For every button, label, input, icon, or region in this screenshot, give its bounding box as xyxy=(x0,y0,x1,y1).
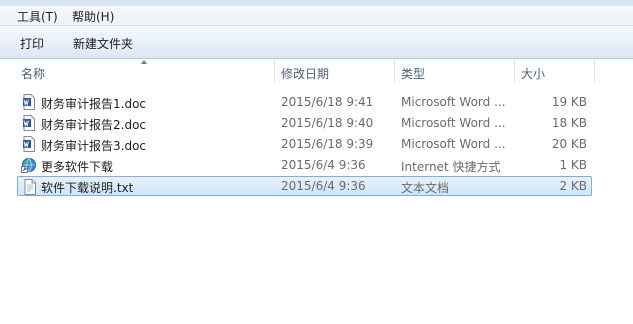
file-size: 20 KB xyxy=(551,137,587,151)
text-document-icon xyxy=(24,179,36,195)
column-divider[interactable] xyxy=(394,59,395,83)
word-document-icon xyxy=(23,94,35,110)
word-document-icon xyxy=(23,115,35,131)
file-modified: 2015/6/4 9:36 xyxy=(281,179,366,193)
file-type: Microsoft Word ... xyxy=(401,95,506,109)
file-modified: 2015/6/4 9:36 xyxy=(281,158,366,172)
command-toolbar: 打印 新建文件夹 xyxy=(0,26,633,59)
file-row-selected[interactable]: 软件下载说明.txt 2015/6/4 9:36 文本文档 2 KB xyxy=(17,176,592,196)
column-name-header[interactable]: 名称 xyxy=(21,65,45,82)
file-row[interactable]: 财务审计报告2.doc 2015/6/18 9:40 Microsoft Wor… xyxy=(17,113,592,133)
file-type: Internet 快捷方式 xyxy=(401,160,501,174)
sort-ascending-icon xyxy=(141,60,147,64)
column-modified-header[interactable]: 修改日期 xyxy=(281,65,329,82)
word-document-icon xyxy=(23,136,35,152)
internet-shortcut-icon xyxy=(21,158,36,173)
column-size-header[interactable]: 大小 xyxy=(521,65,545,82)
file-type: Microsoft Word ... xyxy=(401,116,506,130)
file-type: Microsoft Word ... xyxy=(401,137,506,151)
file-type: 文本文档 xyxy=(401,181,450,195)
column-divider[interactable] xyxy=(594,59,595,83)
file-row[interactable]: 更多软件下载 2015/6/4 9:36 Internet 快捷方式 1 KB xyxy=(17,155,592,175)
print-button[interactable]: 打印 xyxy=(20,35,44,52)
file-size: 1 KB xyxy=(559,158,587,172)
file-name: 软件下载说明.txt xyxy=(41,181,134,195)
menu-tools[interactable]: 工具(T) xyxy=(17,8,58,25)
column-type-header[interactable]: 类型 xyxy=(401,65,425,82)
file-name: 财务审计报告1.doc xyxy=(41,97,147,111)
column-divider[interactable] xyxy=(274,59,275,83)
column-header: 名称 修改日期 类型 大小 xyxy=(0,59,633,84)
column-divider[interactable] xyxy=(514,59,515,83)
file-row[interactable]: 财务审计报告3.doc 2015/6/18 9:39 Microsoft Wor… xyxy=(17,134,592,154)
menu-bar: 工具(T) 帮助(H) xyxy=(0,6,633,26)
file-name: 财务审计报告3.doc xyxy=(41,139,147,153)
new-folder-button[interactable]: 新建文件夹 xyxy=(73,35,133,52)
menu-help[interactable]: 帮助(H) xyxy=(72,8,114,25)
file-name: 财务审计报告2.doc xyxy=(41,118,147,132)
file-modified: 2015/6/18 9:41 xyxy=(281,95,374,109)
file-size: 2 KB xyxy=(559,179,587,193)
file-size: 18 KB xyxy=(551,116,587,130)
file-name: 更多软件下载 xyxy=(41,160,114,174)
file-size: 19 KB xyxy=(551,95,587,109)
file-modified: 2015/6/18 9:40 xyxy=(281,116,374,130)
file-row[interactable]: 财务审计报告1.doc 2015/6/18 9:41 Microsoft Wor… xyxy=(17,92,592,112)
file-modified: 2015/6/18 9:39 xyxy=(281,137,374,151)
